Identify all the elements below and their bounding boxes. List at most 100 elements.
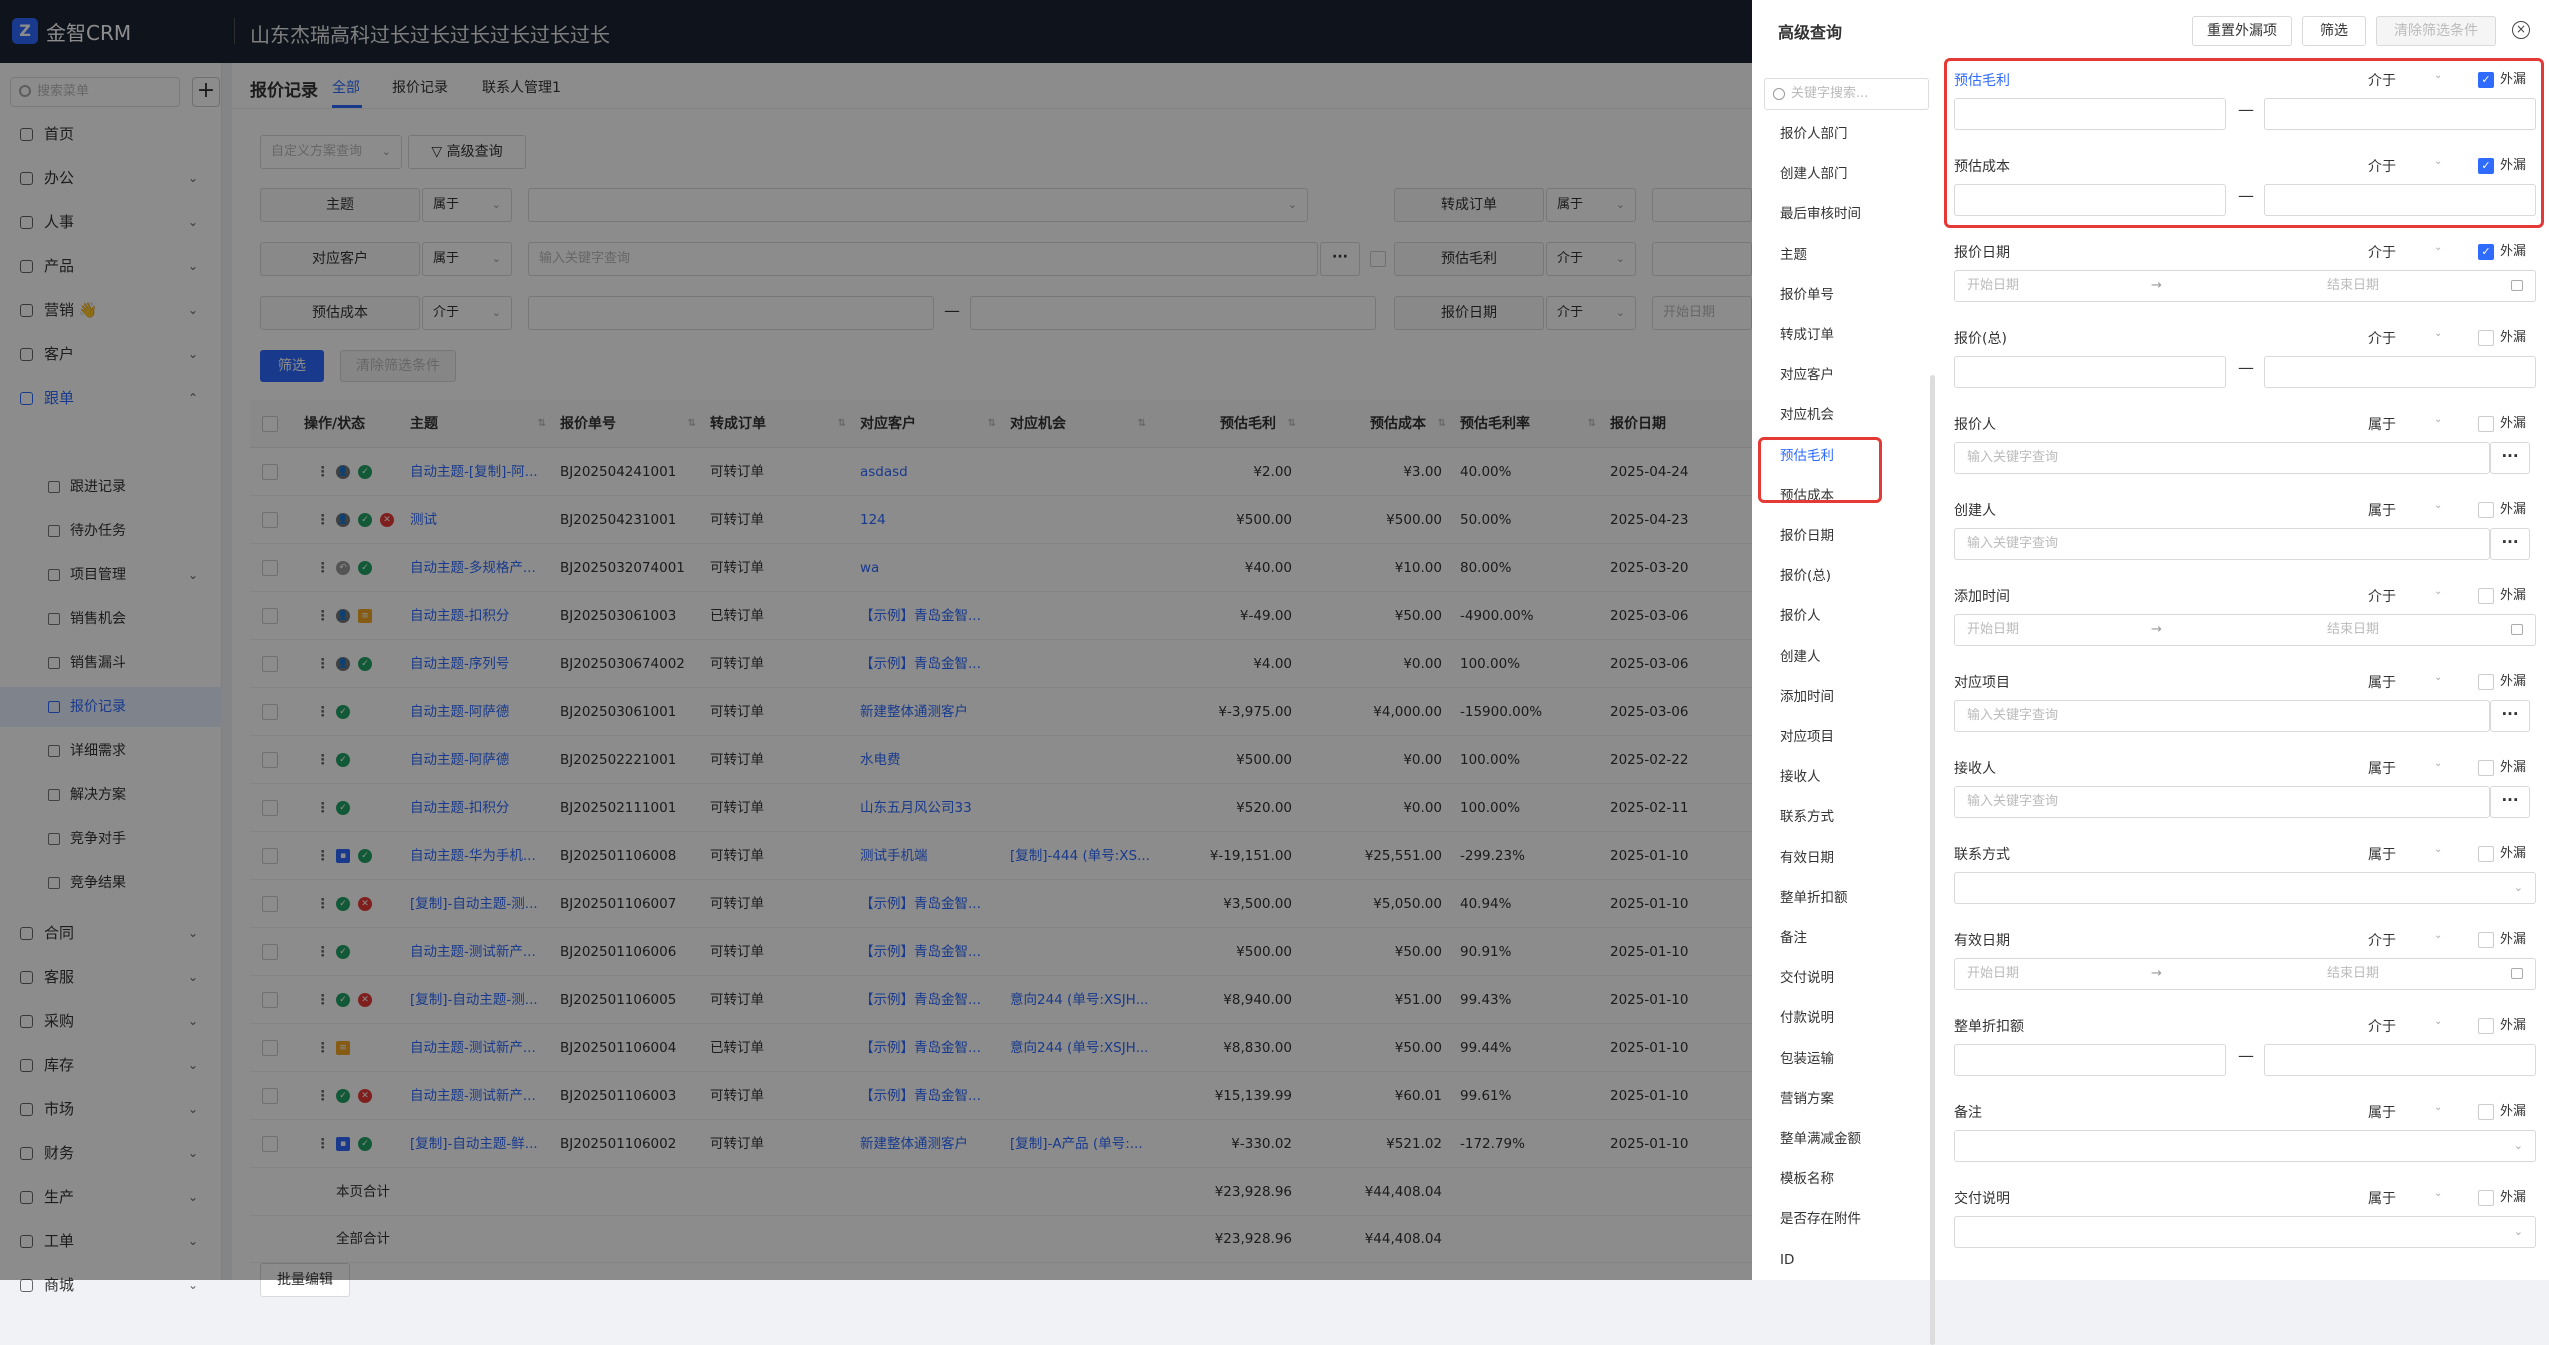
- expose-checkbox[interactable]: [2478, 502, 2494, 518]
- operator-select[interactable]: 属于 ⌄: [2368, 672, 2448, 692]
- range-min-input[interactable]: [1954, 98, 2226, 130]
- expose-checkbox[interactable]: [2478, 846, 2494, 862]
- drawer-title: 高级查询: [1778, 23, 1843, 42]
- date-range-input[interactable]: 开始日期 → 结束日期: [1954, 958, 2536, 990]
- range-max-input[interactable]: [2264, 356, 2536, 388]
- field-search-input[interactable]: 关键字搜索...: [1764, 78, 1929, 110]
- expose-checkbox[interactable]: [2478, 1104, 2494, 1120]
- modal-overlay[interactable]: [0, 0, 1752, 1280]
- operator-select[interactable]: 属于 ⌄: [2368, 844, 2448, 864]
- more-button[interactable]: ···: [2490, 700, 2530, 732]
- operator-select[interactable]: 介于 ⌄: [2368, 70, 2448, 90]
- field-list-item[interactable]: 最后审核时间: [1780, 204, 1861, 224]
- expose-checkbox[interactable]: [2478, 932, 2494, 948]
- select-input[interactable]: ⌄: [1954, 1216, 2536, 1248]
- drawer-clear-button[interactable]: 清除筛选条件: [2376, 16, 2496, 46]
- range-dash: —: [2238, 100, 2254, 119]
- filter-panel: 预估成本 介于 ⌄ ✓ 外漏 —: [1946, 156, 2536, 226]
- operator-select[interactable]: 介于 ⌄: [2368, 242, 2448, 262]
- keyword-placeholder: 输入关键字查询: [1967, 708, 2059, 723]
- field-list-item[interactable]: 整单满减金额: [1780, 1129, 1861, 1149]
- field-list-item[interactable]: 主题: [1780, 245, 1807, 265]
- field-list-item[interactable]: 对应项目: [1780, 727, 1834, 747]
- select-input[interactable]: ⌄: [1954, 872, 2536, 904]
- filter-panel: 预估毛利 介于 ⌄ ✓ 外漏 —: [1946, 70, 2536, 140]
- keyword-input[interactable]: 输入关键字查询: [1954, 700, 2490, 732]
- operator-select[interactable]: 属于 ⌄: [2368, 414, 2448, 434]
- close-icon[interactable]: ×: [2512, 21, 2530, 39]
- field-list-item[interactable]: 是否存在附件: [1780, 1209, 1861, 1229]
- expose-checkbox[interactable]: [2478, 330, 2494, 346]
- field-list-item[interactable]: 接收人: [1780, 767, 1821, 787]
- start-date-placeholder: 开始日期: [1967, 622, 2020, 637]
- expose-checkbox[interactable]: [2478, 1190, 2494, 1206]
- date-range-input[interactable]: 开始日期 → 结束日期: [1954, 614, 2536, 646]
- field-list-item[interactable]: 对应机会: [1780, 405, 1834, 425]
- range-max-input[interactable]: [2264, 98, 2536, 130]
- operator-select[interactable]: 介于 ⌄: [2368, 328, 2448, 348]
- filter-panel: 联系方式 属于 ⌄ 外漏 ⌄: [1946, 844, 2536, 914]
- more-button[interactable]: ···: [2490, 528, 2530, 560]
- field-list-item[interactable]: 报价单号: [1780, 285, 1834, 305]
- keyword-input[interactable]: 输入关键字查询: [1954, 786, 2490, 818]
- expose-checkbox[interactable]: [2478, 588, 2494, 604]
- field-list-item[interactable]: 有效日期: [1780, 848, 1834, 868]
- field-list-item[interactable]: 营销方案: [1780, 1089, 1834, 1109]
- expose-checkbox[interactable]: [2478, 416, 2494, 432]
- operator-select[interactable]: 属于 ⌄: [2368, 1188, 2448, 1208]
- operator-select[interactable]: 介于 ⌄: [2368, 156, 2448, 176]
- advanced-query-drawer: 高级查询 重置外漏项 筛选 清除筛选条件 × 关键字搜索... 报价人部门创建人…: [1752, 0, 2549, 1345]
- operator-value: 属于: [2368, 847, 2396, 863]
- operator-select[interactable]: 属于 ⌄: [2368, 500, 2448, 520]
- drawer-filter-button[interactable]: 筛选: [2302, 16, 2366, 46]
- filter-panel: 备注 属于 ⌄ 外漏 ⌄: [1946, 1102, 2536, 1172]
- field-list-item[interactable]: 备注: [1780, 928, 1807, 948]
- field-list-item[interactable]: 对应客户: [1780, 365, 1834, 385]
- operator-select[interactable]: 介于 ⌄: [2368, 1016, 2448, 1036]
- expose-checkbox[interactable]: [2478, 674, 2494, 690]
- start-date-placeholder: 开始日期: [1967, 278, 2020, 293]
- filter-panel-label: 添加时间: [1954, 589, 2010, 605]
- field-list-item[interactable]: 包装运输: [1780, 1049, 1834, 1069]
- operator-select[interactable]: 介于 ⌄: [2368, 586, 2448, 606]
- expose-checkbox[interactable]: ✓: [2478, 158, 2494, 174]
- field-list-item[interactable]: 整单折扣额: [1780, 888, 1848, 908]
- range-min-input[interactable]: [1954, 184, 2226, 216]
- field-list-item[interactable]: 联系方式: [1780, 807, 1834, 827]
- field-list-item[interactable]: 创建人部门: [1780, 164, 1848, 184]
- range-min-input[interactable]: [1954, 1044, 2226, 1076]
- field-list-item[interactable]: 转成订单: [1780, 325, 1834, 345]
- field-list-item[interactable]: 模板名称: [1780, 1169, 1834, 1189]
- chevron-down-icon: ⌄: [2434, 930, 2443, 941]
- field-list-item[interactable]: 报价人: [1780, 606, 1821, 626]
- field-list-item[interactable]: 报价(总): [1780, 566, 1831, 586]
- range-min-input[interactable]: [1954, 356, 2226, 388]
- keyword-input[interactable]: 输入关键字查询: [1954, 528, 2490, 560]
- field-list-item[interactable]: 报价日期: [1780, 526, 1834, 546]
- operator-select[interactable]: 属于 ⌄: [2368, 1102, 2448, 1122]
- expose-checkbox[interactable]: ✓: [2478, 72, 2494, 88]
- field-list-item[interactable]: 付款说明: [1780, 1008, 1834, 1028]
- expose-label: 外漏: [2500, 502, 2527, 517]
- field-list-item[interactable]: 创建人: [1780, 647, 1821, 667]
- more-button[interactable]: ···: [2490, 786, 2530, 818]
- more-button[interactable]: ···: [2490, 442, 2530, 474]
- operator-select[interactable]: 介于 ⌄: [2368, 930, 2448, 950]
- expose-checkbox[interactable]: [2478, 760, 2494, 776]
- field-list-item[interactable]: 报价人部门: [1780, 124, 1848, 144]
- field-list-scrollbar[interactable]: [1930, 375, 1935, 1345]
- reset-exposed-button[interactable]: 重置外漏项: [2192, 16, 2292, 46]
- operator-value: 介于: [2368, 245, 2396, 261]
- field-list-item[interactable]: 交付说明: [1780, 968, 1834, 988]
- expose-checkbox[interactable]: [2478, 1018, 2494, 1034]
- operator-select[interactable]: 属于 ⌄: [2368, 758, 2448, 778]
- date-range-input[interactable]: 开始日期 → 结束日期: [1954, 270, 2536, 302]
- keyword-input[interactable]: 输入关键字查询: [1954, 442, 2490, 474]
- field-list-item[interactable]: 添加时间: [1780, 687, 1834, 707]
- field-list-item[interactable]: ID: [1780, 1250, 1794, 1270]
- expose-checkbox[interactable]: ✓: [2478, 244, 2494, 260]
- select-input[interactable]: ⌄: [1954, 1130, 2536, 1162]
- chevron-down-icon: ⌄: [2434, 156, 2443, 167]
- range-max-input[interactable]: [2264, 1044, 2536, 1076]
- range-max-input[interactable]: [2264, 184, 2536, 216]
